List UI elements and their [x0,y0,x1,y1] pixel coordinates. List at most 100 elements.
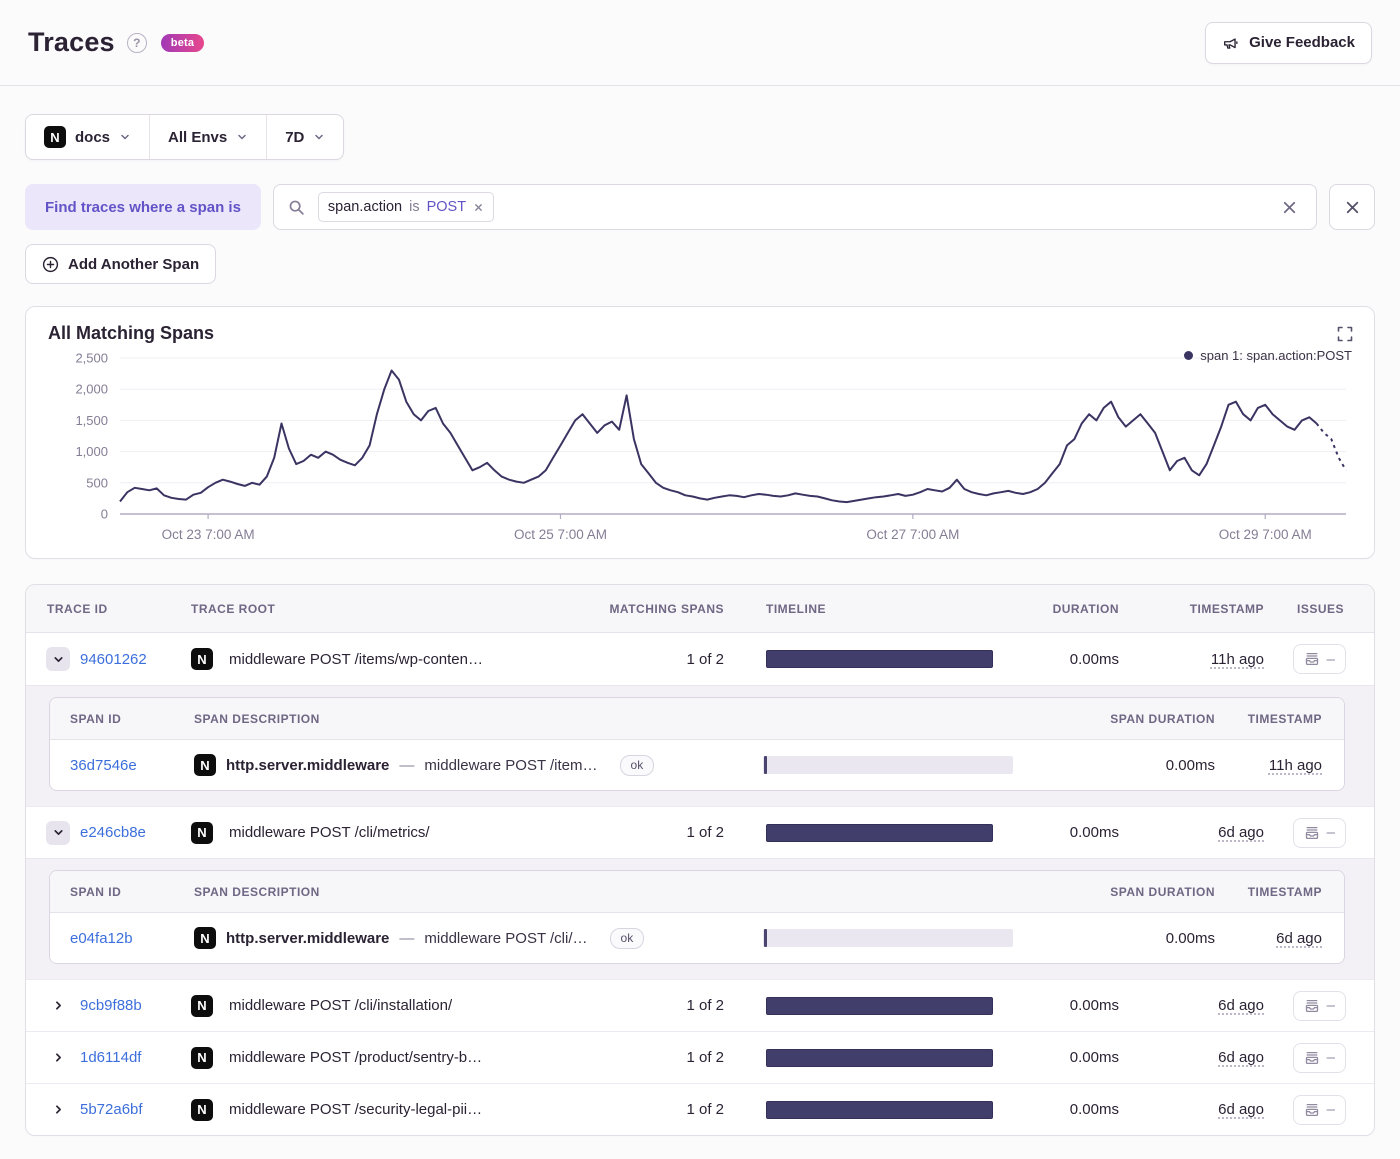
help-icon[interactable]: ? [126,32,147,53]
date-range-dropdown[interactable]: 7D [266,115,343,159]
timestamp-value[interactable]: 6d ago [1218,1101,1264,1118]
duration-value: 0.00ms [1069,1101,1119,1118]
timestamp-value[interactable]: 11h ago [1211,651,1264,668]
span-op-label: http.server.middleware [226,756,390,774]
spans-line-chart[interactable]: 0 500 1,000 1,500 2,000 2,500 Oct 23 7:00 AM Oc… [48,348,1352,554]
span-timestamp-value[interactable]: 6d ago [1276,930,1322,947]
issues-button[interactable]: – [1292,990,1346,1021]
token-key: span.action [327,199,403,215]
trace-id-link[interactable]: 5b72a6bf [80,1101,143,1118]
clear-search-button[interactable] [1277,195,1302,220]
span-op-label: http.server.middleware [226,929,390,947]
span-id-link[interactable]: e04fa12b [70,930,133,947]
issues-button[interactable]: – [1292,1094,1346,1125]
traces-table-header: TRACE ID TRACE ROOT MATCHING SPANS TIMEL… [26,585,1374,633]
span-duration-value: 0.00ms [1165,929,1215,947]
col-span-id: SPAN ID [70,884,122,899]
matching-spans-count: 1 of 2 [686,1049,724,1066]
expand-chart-button[interactable] [1333,322,1357,346]
remove-span-row-button[interactable] [1329,184,1375,230]
span-timeline-bar [763,756,1013,774]
col-span-id: SPAN ID [70,711,122,726]
issues-count: – [1326,1101,1335,1118]
legend-label: span 1: span.action:POST [1200,348,1352,363]
expand-chevron-button[interactable] [46,1098,70,1122]
col-span-description: SPAN DESCRIPTION [194,711,320,726]
nextjs-logo-icon: N [191,1098,213,1121]
issues-button[interactable]: – [1292,644,1346,674]
duration-value: 0.00ms [1069,824,1119,841]
span-table-header: SPAN ID SPAN DESCRIPTION SPAN DURATION T… [50,871,1344,913]
issues-button[interactable]: – [1292,817,1346,848]
table-row: 9cb9f88b N middleware POST /cli/installa… [26,979,1374,1031]
span-rows: e04fa12b N http.server.middleware — midd… [50,913,1344,963]
token-value: POST [426,199,467,215]
issues-count: – [1326,997,1335,1014]
trace-root-label: middleware POST /security-legal-pii… [229,1101,483,1118]
table-row: 94601262 N middleware POST /items/wp-con… [26,633,1374,685]
megaphone-icon [1222,34,1240,52]
issues-button[interactable]: – [1292,1042,1346,1073]
span-search-input[interactable]: span.action is POST [272,184,1317,230]
table-row: 1d6114df N middleware POST /product/sent… [26,1031,1374,1083]
svg-text:Oct 23 7:00 AM: Oct 23 7:00 AM [162,527,255,542]
nextjs-logo-icon: N [194,927,216,949]
timeline-bar [766,650,993,668]
span-description-label: middleware POST /cli/… [424,929,588,947]
span-timestamp-value[interactable]: 11h ago [1269,757,1322,774]
nextjs-logo-icon: N [191,821,213,844]
trace-root-label: middleware POST /items/wp-conten… [229,650,483,668]
timeline-bar [766,1100,993,1119]
trace-id-link[interactable]: e246cb8e [80,824,146,841]
svg-text:1,000: 1,000 [75,444,108,459]
nextjs-logo-icon: N [191,1046,213,1069]
query-builder-row: Find traces where a span is span.action … [25,184,1375,230]
col-duration: DURATION [1052,601,1119,616]
environment-filter-label: All Envs [168,128,228,146]
expand-chevron-button[interactable] [46,820,70,845]
col-trace-id: TRACE ID [47,601,108,616]
col-trace-root: TRACE ROOT [191,601,276,616]
span-status-badge: ok [619,754,655,776]
give-feedback-button[interactable]: Give Feedback [1205,21,1372,64]
span-table: SPAN ID SPAN DESCRIPTION SPAN DURATION T… [49,870,1345,964]
expand-chevron-button[interactable] [46,994,70,1018]
svg-text:500: 500 [86,475,108,490]
trace-root-label: middleware POST /cli/installation/ [229,997,453,1014]
add-another-span-button[interactable]: Add Another Span [25,244,217,284]
span-condition-label: Find traces where a span is [25,184,261,230]
trace-id-link[interactable]: 1d6114df [80,1049,141,1066]
col-timestamp: TIMESTAMP [1189,601,1264,616]
beta-badge: beta [160,33,205,52]
col-span-timestamp: TIMESTAMP [1247,711,1322,726]
issues-count: – [1326,650,1335,668]
span-table: SPAN ID SPAN DESCRIPTION SPAN DURATION T… [49,697,1345,791]
chart-legend: span 1: span.action:POST [1184,348,1352,363]
timestamp-value[interactable]: 6d ago [1218,824,1264,841]
project-filter-dropdown[interactable]: N docs [26,115,149,159]
token-remove-icon[interactable] [473,202,484,213]
trace-root-label: middleware POST /cli/metrics/ [229,824,430,841]
matching-spans-count: 1 of 2 [686,824,724,841]
nextjs-logo-icon: N [194,754,216,776]
chevron-down-icon [313,131,325,143]
timeline-bar [766,1048,993,1067]
col-span-duration: SPAN DURATION [1110,711,1215,726]
expand-chevron-button[interactable] [46,647,70,671]
timestamp-value[interactable]: 6d ago [1218,997,1264,1014]
environment-filter-dropdown[interactable]: All Envs [149,115,266,159]
filter-token[interactable]: span.action is POST [317,192,495,222]
expand-chevron-button[interactable] [46,1046,70,1070]
nextjs-logo-icon: N [44,126,66,148]
span-id-link[interactable]: 36d7546e [70,757,137,774]
trace-id-link[interactable]: 9cb9f88b [80,997,142,1014]
timestamp-value[interactable]: 6d ago [1218,1049,1264,1066]
plus-circle-icon [42,256,59,273]
give-feedback-label: Give Feedback [1249,34,1355,51]
timeline-bar [766,996,993,1015]
svg-text:Oct 29 7:00 AM: Oct 29 7:00 AM [1219,527,1312,542]
span-rows: 36d7546e N http.server.middleware — midd… [50,740,1344,790]
expanded-spans-section: SPAN ID SPAN DESCRIPTION SPAN DURATION T… [26,858,1374,979]
trace-id-link[interactable]: 94601262 [80,651,147,668]
span-row: 36d7546e N http.server.middleware — midd… [50,740,1344,790]
